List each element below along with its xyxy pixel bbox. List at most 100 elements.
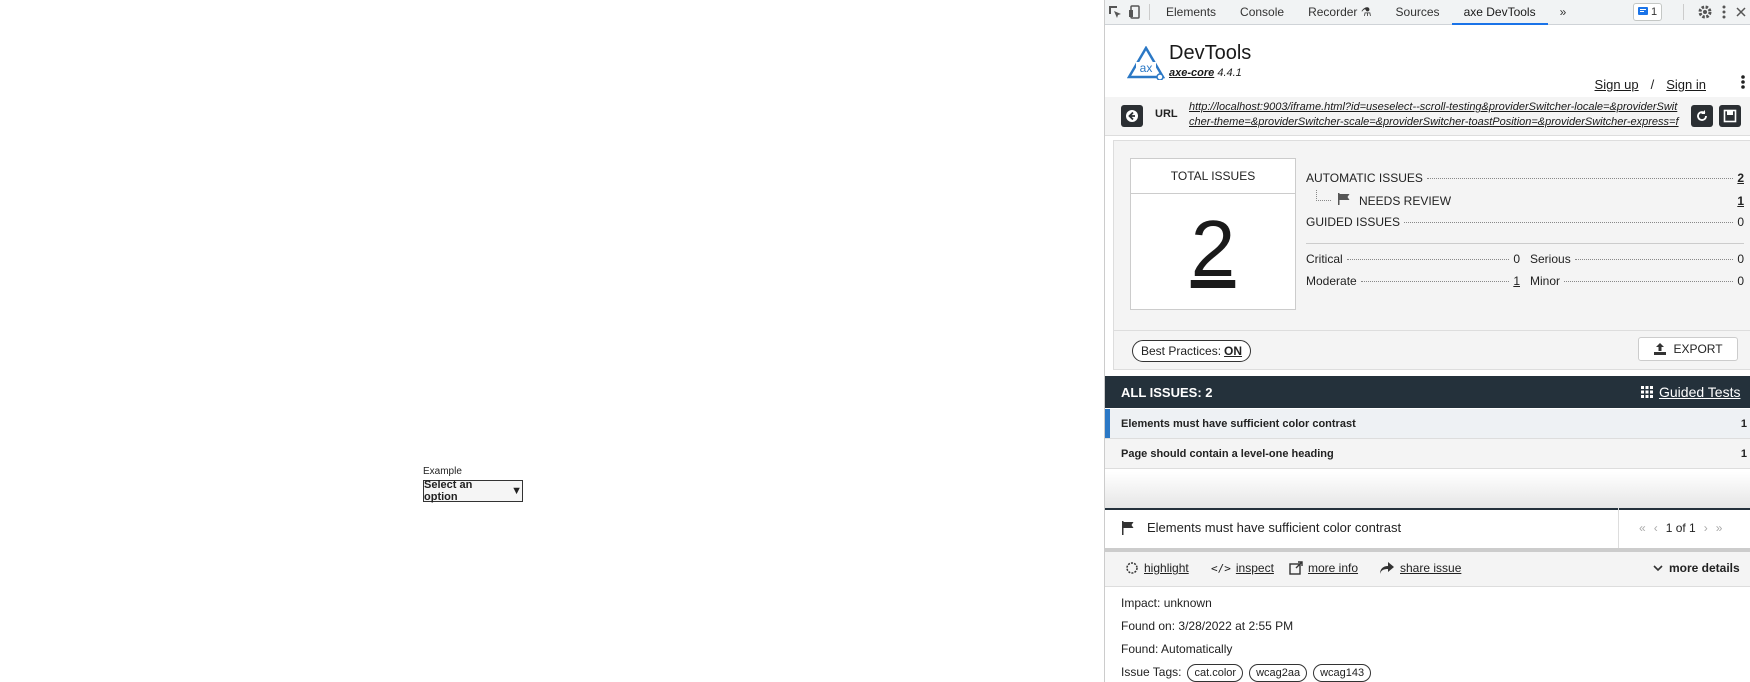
rescan-button[interactable] bbox=[1691, 105, 1713, 127]
first-page-icon[interactable]: « bbox=[1639, 521, 1646, 535]
guided-tests-label: Guided Tests bbox=[1659, 384, 1741, 400]
kebab-menu-icon[interactable] bbox=[1722, 5, 1726, 19]
brand-subtitle: axe-core 4.4.1 bbox=[1169, 67, 1251, 79]
issue-count: 1 bbox=[1740, 417, 1747, 430]
url-bar: URL http://localhost:9003/iframe.html?id… bbox=[1105, 97, 1750, 136]
grid-icon bbox=[1641, 386, 1653, 398]
summary-footer: Best Practices: ON EXPORT bbox=[1114, 330, 1750, 370]
issue-tag: wcag143 bbox=[1313, 663, 1372, 682]
message-icon bbox=[1638, 7, 1648, 15]
tab-axe-devtools[interactable]: axe DevTools bbox=[1451, 0, 1548, 25]
back-button[interactable] bbox=[1121, 105, 1143, 127]
issues-badge[interactable]: 1 bbox=[1633, 3, 1663, 21]
total-issues-box: TOTAL ISSUES 2 bbox=[1130, 158, 1296, 310]
issue-details: Impact: unknown Found on: 3/28/2022 at 2… bbox=[1121, 592, 1372, 682]
last-page-icon[interactable]: » bbox=[1716, 521, 1723, 535]
inspect-button[interactable]: </> inspect bbox=[1211, 561, 1274, 575]
tab-elements[interactable]: Elements bbox=[1154, 0, 1228, 24]
dot-leader bbox=[1360, 281, 1510, 282]
dot-leader bbox=[1426, 178, 1734, 179]
scanned-url-link[interactable]: http://localhost:9003/iframe.html?id=use… bbox=[1189, 100, 1681, 132]
devtools-tabbar: Elements Console Recorder ⚗ Sources axe … bbox=[1105, 0, 1750, 25]
more-details-toggle[interactable]: more details bbox=[1653, 561, 1740, 575]
code-icon: </> bbox=[1211, 561, 1231, 575]
tree-connector bbox=[1316, 190, 1331, 201]
export-label: EXPORT bbox=[1673, 342, 1723, 356]
more-tabs-icon[interactable]: » bbox=[1548, 0, 1579, 24]
issue-row-color-contrast[interactable]: Elements must have sufficient color cont… bbox=[1105, 409, 1750, 439]
best-practices-label: Best Practices: bbox=[1141, 344, 1222, 358]
dot-leader bbox=[1564, 281, 1734, 282]
close-icon[interactable] bbox=[1736, 7, 1746, 17]
needs-review-value[interactable]: 1 bbox=[1737, 194, 1744, 208]
found-on-label: Found on: bbox=[1121, 619, 1176, 633]
critical-label: Critical bbox=[1306, 252, 1343, 266]
more-info-link[interactable]: more info bbox=[1289, 561, 1358, 575]
tab-recorder[interactable]: Recorder ⚗ bbox=[1296, 0, 1383, 24]
tab-console[interactable]: Console bbox=[1228, 0, 1296, 24]
panel-splitter[interactable] bbox=[1105, 472, 1750, 510]
guided-issues-row: GUIDED ISSUES 0 bbox=[1306, 215, 1744, 237]
inspect-element-icon[interactable] bbox=[1105, 0, 1125, 24]
tab-sources[interactable]: Sources bbox=[1384, 0, 1452, 24]
url-label: URL bbox=[1155, 108, 1178, 120]
select-value: Select an option bbox=[424, 479, 473, 503]
all-issues-bar: ALL ISSUES: 2 Guided Tests bbox=[1105, 376, 1750, 408]
automatic-issues-row: AUTOMATIC ISSUES 2 bbox=[1306, 171, 1744, 193]
example-select[interactable]: Select an option ▼ bbox=[423, 479, 523, 503]
prev-page-icon[interactable]: ‹ bbox=[1654, 521, 1658, 535]
guided-tests-link[interactable]: Guided Tests bbox=[1641, 384, 1740, 400]
sign-in-link[interactable]: Sign in bbox=[1666, 77, 1706, 92]
moderate-label: Moderate bbox=[1306, 274, 1357, 288]
share-issue-label: share issue bbox=[1400, 561, 1462, 575]
best-practices-value: ON bbox=[1224, 344, 1243, 358]
severity-col-left: Critical 0 Moderate 1 bbox=[1306, 252, 1520, 296]
brand: DevTools axe-core 4.4.1 bbox=[1169, 42, 1251, 79]
inspected-page: Example Select an option ▼ bbox=[0, 0, 1104, 682]
auth-separator: / bbox=[1650, 77, 1655, 92]
tabbar-divider bbox=[1149, 4, 1150, 20]
highlight-button[interactable]: highlight bbox=[1125, 561, 1189, 575]
svg-text:ax: ax bbox=[1140, 61, 1153, 75]
sign-up-link[interactable]: Sign up bbox=[1595, 77, 1639, 92]
issue-detail-title: Elements must have sufficient color cont… bbox=[1121, 520, 1401, 535]
issue-tag: cat.color bbox=[1187, 663, 1244, 682]
next-page-icon[interactable]: › bbox=[1704, 521, 1708, 535]
axe-header: ax DevTools axe-core 4.4.1 Sign up / Sig… bbox=[1105, 25, 1750, 99]
inspect-label: inspect bbox=[1235, 561, 1274, 575]
moderate-row: Moderate 1 bbox=[1306, 274, 1520, 296]
needs-review-row: NEEDS REVIEW 1 bbox=[1306, 190, 1744, 215]
issue-count: 1 bbox=[1740, 447, 1747, 460]
tab-recorder-label: Recorder bbox=[1308, 5, 1358, 19]
issue-list: Elements must have sufficient color cont… bbox=[1105, 409, 1750, 469]
guided-issues-label: GUIDED ISSUES bbox=[1306, 215, 1401, 229]
issue-tags-line: Issue Tags: cat.color wcag2aa wcag143 bbox=[1121, 661, 1372, 682]
total-issues-value[interactable]: 2 bbox=[1131, 194, 1295, 304]
axe-core-link[interactable]: axe-core bbox=[1169, 67, 1214, 79]
issues-badge-count: 1 bbox=[1651, 6, 1658, 18]
dot-leader bbox=[1346, 259, 1510, 260]
critical-row: Critical 0 bbox=[1306, 252, 1520, 274]
save-button[interactable] bbox=[1719, 105, 1741, 127]
device-toolbar-icon[interactable] bbox=[1125, 0, 1145, 24]
impact-line: Impact: unknown bbox=[1121, 592, 1371, 615]
automatic-issues-value[interactable]: 2 bbox=[1737, 171, 1744, 185]
impact-value: unknown bbox=[1163, 596, 1212, 610]
needs-review-label: NEEDS REVIEW bbox=[1359, 194, 1452, 208]
moderate-value[interactable]: 1 bbox=[1513, 274, 1520, 288]
critical-value: 0 bbox=[1513, 252, 1520, 266]
share-issue-button[interactable]: share issue bbox=[1379, 561, 1461, 575]
more-details-label: more details bbox=[1669, 561, 1740, 575]
issue-row-level-one-heading[interactable]: Page should contain a level-one heading … bbox=[1105, 439, 1750, 469]
gear-icon[interactable] bbox=[1698, 5, 1712, 19]
axe-menu-icon[interactable] bbox=[1741, 75, 1745, 94]
severity-col-right: Serious 0 Minor 0 bbox=[1530, 252, 1744, 296]
highlight-label: highlight bbox=[1144, 561, 1189, 575]
found-label: Found: bbox=[1121, 642, 1159, 656]
chevron-down-icon bbox=[1653, 565, 1663, 572]
export-button[interactable]: EXPORT bbox=[1638, 337, 1738, 361]
stats-divider bbox=[1306, 243, 1744, 244]
axe-core-version: 4.4.1 bbox=[1217, 67, 1242, 79]
upload-icon bbox=[1654, 343, 1667, 355]
best-practices-toggle[interactable]: Best Practices: ON bbox=[1132, 340, 1252, 362]
